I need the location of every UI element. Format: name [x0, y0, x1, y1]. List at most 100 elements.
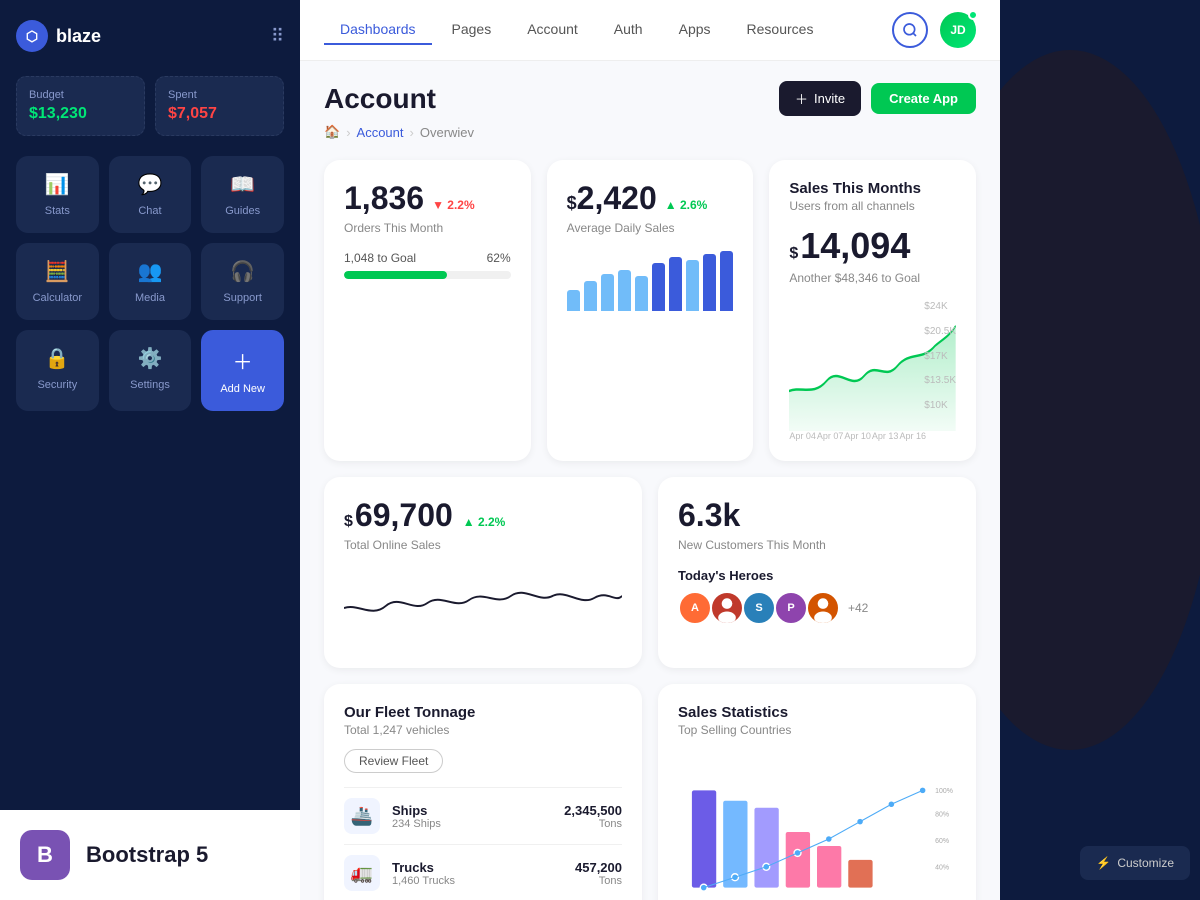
- svg-text:100%: 100%: [935, 788, 953, 795]
- review-fleet-button[interactable]: Review Fleet: [344, 749, 443, 773]
- fleet-info-ships: Ships 234 Ships: [392, 803, 552, 830]
- progress-text: 1,048 to Goal: [344, 251, 416, 265]
- fleet-item-ships: 🚢 Ships 234 Ships 2,345,500 Tons: [344, 787, 622, 844]
- x-label-4: Apr 13: [872, 431, 899, 441]
- spent-card: Spent $7,057: [155, 76, 284, 136]
- sidebar-header: ⬡ blaze ⠿: [16, 16, 284, 56]
- fleet-item-trucks: 🚛 Trucks 1,460 Trucks 457,200 Tons: [344, 844, 622, 900]
- svg-text:60%: 60%: [935, 838, 949, 845]
- sidebar-item-stats[interactable]: 📊 Stats: [16, 156, 99, 233]
- hero-avatar-5: [806, 591, 840, 625]
- x-label-3: Apr 10: [844, 431, 871, 441]
- tab-account[interactable]: Account: [511, 15, 594, 45]
- budget-label: Budget: [29, 89, 132, 101]
- breadcrumb-account[interactable]: Account: [357, 125, 404, 140]
- budget-card: Budget $13,230: [16, 76, 145, 136]
- avg-sales-value: 2,420: [577, 180, 657, 217]
- main-content: Dashboards Pages Account Auth Apps Resou…: [300, 0, 1000, 900]
- hero-avatar-3: S: [742, 591, 776, 625]
- sidebar: ⬡ blaze ⠿ Budget $13,230 Spent $7,057 📊 …: [0, 0, 300, 900]
- customize-label: Customize: [1117, 856, 1174, 870]
- x-label-5: Apr 16: [899, 431, 926, 441]
- sidebar-menu-icon[interactable]: ⠿: [271, 26, 284, 47]
- chat-label: Chat: [138, 205, 161, 217]
- support-icon: 🎧: [230, 259, 255, 284]
- bar-2: [584, 281, 597, 311]
- sales-month-value: 14,094: [800, 225, 910, 267]
- online-sales-prefix: $: [344, 513, 353, 531]
- sidebar-footer: B Bootstrap 5: [0, 810, 300, 900]
- progress-pct: 62%: [487, 251, 511, 265]
- right-panel: ⚡ Customize: [1000, 0, 1200, 900]
- fleet-card: Our Fleet Tonnage Total 1,247 vehicles R…: [324, 684, 642, 900]
- orders-badge: ▼ 2.2%: [432, 198, 475, 212]
- orders-value: 1,836: [344, 180, 424, 217]
- trucks-unit: Tons: [575, 875, 622, 887]
- heroes-label: Today's Heroes: [678, 568, 956, 583]
- search-button[interactable]: [892, 12, 928, 48]
- fleet-value-trucks: 457,200 Tons: [575, 860, 622, 887]
- breadcrumb-home-icon[interactable]: 🏠: [324, 124, 340, 140]
- sidebar-item-media[interactable]: 👥 Media: [109, 243, 192, 320]
- mini-bar-chart: [567, 251, 734, 311]
- breadcrumb-current: Overwiev: [420, 125, 474, 140]
- calculator-icon: 🧮: [45, 259, 70, 284]
- invite-button[interactable]: ＋ Invite: [779, 81, 861, 116]
- avatar-initials: JD: [950, 23, 965, 37]
- nav-right: JD: [892, 12, 976, 48]
- sidebar-item-guides[interactable]: 📖 Guides: [201, 156, 284, 233]
- tab-auth[interactable]: Auth: [598, 15, 659, 45]
- progress-bar-bg: [344, 271, 511, 279]
- dark-blob: [1000, 50, 1200, 750]
- sales-month-card: Sales This Months Users from all channel…: [769, 160, 976, 461]
- security-icon: 🔒: [45, 346, 70, 371]
- trucks-count: 1,460 Trucks: [392, 875, 563, 887]
- svg-text:80%: 80%: [935, 812, 949, 819]
- y-label-2: $20.5K: [924, 326, 956, 337]
- customers-value: 6.3k: [678, 497, 956, 534]
- hero-avatar-1: A: [678, 591, 712, 625]
- bar-10: [720, 251, 733, 311]
- nav-grid: 📊 Stats 💬 Chat 📖 Guides 🧮 Calculator 👥 M…: [16, 156, 284, 411]
- tab-resources[interactable]: Resources: [731, 15, 830, 45]
- wavy-chart: [344, 568, 622, 648]
- breadcrumb-sep-2: ›: [410, 125, 414, 140]
- chat-icon: 💬: [138, 172, 163, 197]
- progress-bar-fill: [344, 271, 447, 279]
- trucks-name: Trucks: [392, 860, 563, 875]
- sidebar-item-calculator[interactable]: 🧮 Calculator: [16, 243, 99, 320]
- sales-stats-title: Sales Statistics: [678, 704, 956, 721]
- svg-text:40%: 40%: [935, 865, 949, 872]
- x-label-1: Apr 04: [789, 431, 816, 441]
- hero-avatar-2: [710, 591, 744, 625]
- stats-icon: 📊: [45, 172, 70, 197]
- guides-icon: 📖: [230, 172, 255, 197]
- breadcrumb-sep-1: ›: [346, 125, 350, 140]
- orders-card: 1,836 ▼ 2.2% Orders This Month 1,048 to …: [324, 160, 531, 461]
- security-label: Security: [37, 379, 77, 391]
- orders-label: Orders This Month: [344, 221, 511, 235]
- trucks-icon: 🚛: [344, 855, 380, 891]
- sidebar-item-security[interactable]: 🔒 Security: [16, 330, 99, 411]
- tab-apps[interactable]: Apps: [663, 15, 727, 45]
- bar-9: [703, 254, 716, 311]
- budget-value: $13,230: [29, 105, 132, 123]
- stats-label: Stats: [45, 205, 70, 217]
- stats-row-2: $ 69,700 ▲ 2.2% Total Online Sales 6.3k …: [324, 477, 976, 668]
- customize-button[interactable]: ⚡ Customize: [1080, 846, 1190, 880]
- header-actions: ＋ Invite Create App: [779, 81, 976, 116]
- sidebar-item-chat[interactable]: 💬 Chat: [109, 156, 192, 233]
- support-label: Support: [223, 292, 262, 304]
- sidebar-item-settings[interactable]: ⚙️ Settings: [109, 330, 192, 411]
- tab-pages[interactable]: Pages: [436, 15, 508, 45]
- customize-icon: ⚡: [1096, 856, 1111, 870]
- ships-unit: Tons: [564, 818, 622, 830]
- invite-label: Invite: [814, 91, 845, 106]
- sales-stats-sub: Top Selling Countries: [678, 723, 956, 737]
- user-avatar[interactable]: JD: [940, 12, 976, 48]
- sidebar-item-add-new[interactable]: ＋ Add New: [201, 330, 284, 411]
- create-app-button[interactable]: Create App: [871, 83, 976, 114]
- bar-3: [601, 274, 614, 311]
- sidebar-item-support[interactable]: 🎧 Support: [201, 243, 284, 320]
- tab-dashboards[interactable]: Dashboards: [324, 15, 432, 45]
